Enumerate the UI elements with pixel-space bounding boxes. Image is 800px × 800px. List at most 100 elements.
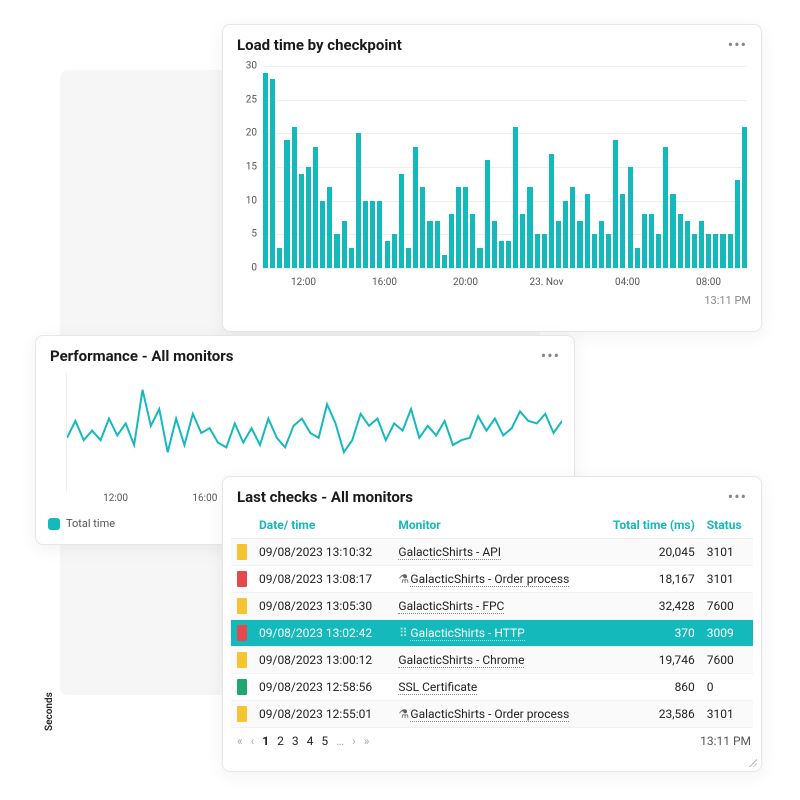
table-row[interactable]: 09/08/2023 13:02:42⠿GalacticShirts - HTT…: [231, 620, 753, 647]
table-row[interactable]: 09/08/2023 13:10:32GalacticShirts - API2…: [231, 539, 753, 566]
bar: [263, 73, 268, 268]
flask-icon: ⚗: [398, 707, 408, 721]
cell-datetime: 09/08/2023 13:05:30: [253, 593, 392, 620]
bar: [570, 187, 575, 268]
bar: [349, 248, 354, 268]
cell-status: 3101: [701, 566, 753, 593]
table-row[interactable]: 09/08/2023 12:55:01⚗GalacticShirts - Ord…: [231, 701, 753, 728]
bar: [542, 234, 547, 268]
bar: [284, 140, 289, 268]
bar: [299, 174, 304, 268]
pager-page[interactable]: 1: [262, 734, 269, 748]
bar: [678, 214, 683, 268]
pager-prev[interactable]: ‹: [251, 734, 255, 748]
bar: [599, 221, 604, 268]
resize-grip-icon[interactable]: [747, 757, 757, 767]
col-totaltime[interactable]: Total time (ms): [596, 512, 701, 539]
bar: [406, 248, 411, 268]
status-chip: [237, 706, 247, 722]
bar: [370, 201, 375, 268]
cell-datetime: 09/08/2023 13:02:42: [253, 620, 392, 647]
pager-page[interactable]: 4: [307, 734, 314, 748]
loadtime-title: Load time by checkpoint: [237, 36, 402, 54]
xtick: 12:00: [291, 277, 316, 288]
bar: [385, 241, 390, 268]
bar: [735, 180, 740, 268]
cell-monitor: GalacticShirts - FPC: [392, 593, 596, 620]
bar: [442, 255, 447, 268]
pager-page[interactable]: 3: [292, 734, 299, 748]
bar: [306, 167, 311, 268]
bar: [706, 234, 711, 268]
bar: [356, 133, 361, 268]
table-row[interactable]: 09/08/2023 13:00:12GalacticShirts - Chro…: [231, 647, 753, 674]
table-row[interactable]: 09/08/2023 13:08:17⚗GalacticShirts - Ord…: [231, 566, 753, 593]
cell-totaltime: 370: [596, 620, 701, 647]
bar: [499, 241, 504, 268]
bar: [656, 234, 661, 268]
bar: [392, 234, 397, 268]
cell-monitor: ⠿GalacticShirts - HTTP: [392, 620, 596, 647]
cell-status: 7600: [701, 647, 753, 674]
bar: [577, 221, 582, 268]
cell-monitor: ⚗GalacticShirts - Order process: [392, 566, 596, 593]
bar: [313, 147, 318, 268]
bar: [427, 221, 432, 268]
col-status[interactable]: Status: [701, 512, 753, 539]
performance-chart: [66, 373, 562, 493]
ytick: 30: [237, 61, 257, 72]
bar: [449, 214, 454, 268]
bar: [720, 234, 725, 268]
status-chip: [237, 571, 247, 587]
bar: [685, 221, 690, 268]
bar: [520, 214, 525, 268]
bar: [492, 221, 497, 268]
pager-page[interactable]: 2: [277, 734, 284, 748]
bar: [585, 194, 590, 268]
bar: [699, 221, 704, 268]
more-icon[interactable]: •••: [728, 487, 747, 506]
bar: [292, 127, 297, 268]
pager-first[interactable]: «: [237, 734, 243, 748]
pager-last[interactable]: »: [364, 734, 370, 748]
cell-datetime: 09/08/2023 13:00:12: [253, 647, 392, 674]
loadtime-timestamp: 13:11 PM: [223, 292, 761, 313]
lastchecks-title: Last checks - All monitors: [237, 488, 413, 506]
table-row[interactable]: 09/08/2023 13:05:30GalacticShirts - FPC3…: [231, 593, 753, 620]
bar: [477, 248, 482, 268]
pager-ellipsis[interactable]: …: [336, 734, 344, 748]
table-row[interactable]: 09/08/2023 12:58:56SSL Certificate8600: [231, 674, 753, 701]
cell-monitor: SSL Certificate: [392, 674, 596, 701]
xtick: 04:00: [615, 277, 640, 288]
legend-label: Total time: [66, 517, 115, 530]
cell-status: 3101: [701, 701, 753, 728]
bar: [728, 234, 733, 268]
bar: [334, 234, 339, 268]
col-monitor[interactable]: Monitor: [392, 512, 596, 539]
grid-icon: ⠿: [398, 626, 408, 640]
cell-status: 7600: [701, 593, 753, 620]
bar: [506, 241, 511, 268]
lastchecks-table: Date/ time Monitor Total time (ms) Statu…: [231, 512, 753, 728]
cell-datetime: 09/08/2023 12:55:01: [253, 701, 392, 728]
bar: [592, 234, 597, 268]
ytick: 20: [237, 128, 257, 139]
cell-totaltime: 18,167: [596, 566, 701, 593]
pager-page[interactable]: 5: [321, 734, 328, 748]
status-chip: [237, 679, 247, 695]
bar: [485, 160, 490, 268]
more-icon[interactable]: •••: [728, 35, 747, 54]
cell-datetime: 09/08/2023 13:08:17: [253, 566, 392, 593]
bar: [513, 127, 518, 268]
col-datetime[interactable]: Date/ time: [253, 512, 392, 539]
bar: [620, 194, 625, 268]
bar: [635, 248, 640, 268]
cell-totaltime: 23,586: [596, 701, 701, 728]
cell-totaltime: 32,428: [596, 593, 701, 620]
cell-datetime: 09/08/2023 13:10:32: [253, 539, 392, 566]
bar: [556, 221, 561, 268]
more-icon[interactable]: •••: [541, 346, 560, 365]
pager-next[interactable]: ›: [352, 734, 356, 748]
bar: [670, 194, 675, 268]
xtick: 16:00: [192, 493, 217, 504]
